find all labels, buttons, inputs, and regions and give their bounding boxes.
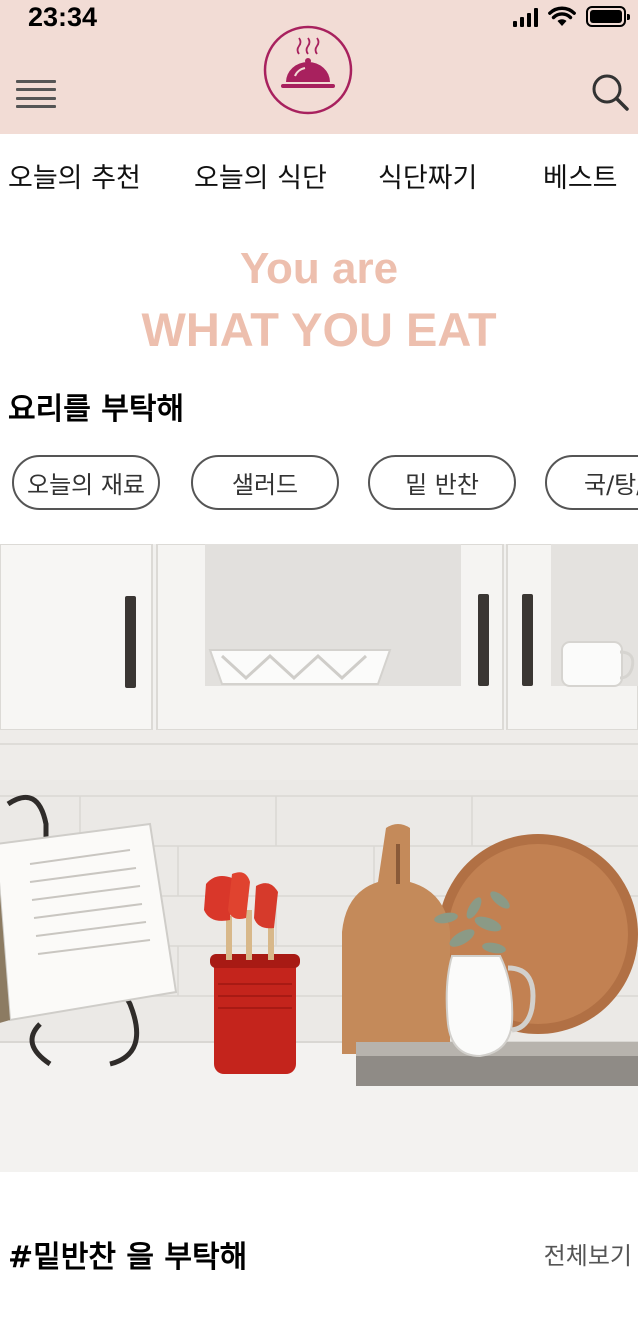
kitchen-counter-photo bbox=[0, 544, 638, 1172]
main-nav: 오늘의 추천 오늘의 식단 식단짜기 베스트 bbox=[0, 156, 638, 200]
battery-icon bbox=[586, 6, 630, 27]
cloche-logo-icon[interactable] bbox=[262, 24, 354, 116]
chip-side-dish[interactable]: 밑 반찬 bbox=[368, 455, 516, 510]
kitchen-hero-image[interactable] bbox=[0, 544, 638, 1172]
app-header: 23:34 bbox=[0, 0, 638, 134]
chip-salad[interactable]: 샐러드 bbox=[191, 455, 339, 510]
search-icon[interactable] bbox=[590, 72, 630, 112]
slogan-line-1: You are bbox=[239, 244, 399, 293]
slogan-line-2: WHAT YOU EAT bbox=[141, 303, 497, 356]
chip-soup-stew[interactable]: 국/탕/ bbox=[545, 455, 638, 510]
nav-item-meal-plan[interactable]: 식단짜기 bbox=[378, 156, 477, 195]
category-chip-list[interactable]: 오늘의 재료 샐러드 밑 반찬 국/탕/ bbox=[0, 454, 638, 512]
section-title-side-dish: #밑반찬 을 부탁해 bbox=[8, 1240, 248, 1275]
nav-item-today-menu[interactable]: 오늘의 식단 bbox=[194, 156, 327, 195]
menu-button[interactable] bbox=[16, 80, 56, 108]
section-title-request: 요리를 부탁해 bbox=[8, 392, 185, 427]
see-all-link[interactable]: 전체보기 bbox=[544, 1236, 632, 1271]
status-time: 23:34 bbox=[28, 2, 98, 32]
status-icons bbox=[513, 3, 630, 27]
wifi-icon bbox=[548, 6, 576, 26]
cellular-signal-icon bbox=[513, 7, 538, 27]
chip-today-ingredient[interactable]: 오늘의 재료 bbox=[12, 455, 160, 510]
nav-item-best[interactable]: 베스트 bbox=[543, 156, 618, 195]
nav-item-today-recommend[interactable]: 오늘의 추천 bbox=[8, 156, 141, 195]
